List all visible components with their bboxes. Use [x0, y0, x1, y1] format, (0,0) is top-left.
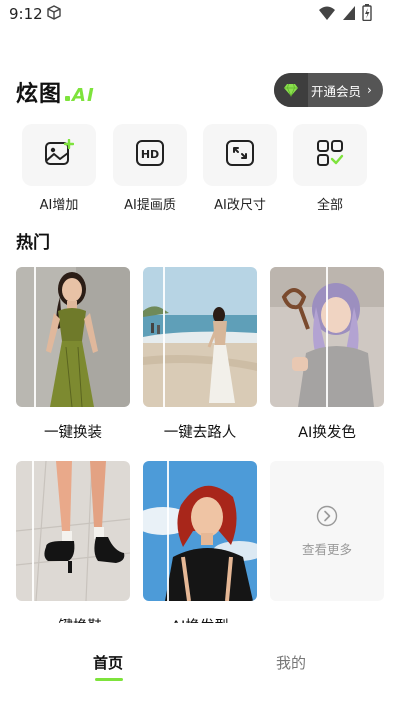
feature-image[interactable] — [270, 267, 384, 407]
compare-divider[interactable] — [163, 267, 165, 407]
feature-card-hair-color[interactable]: AI换发色 — [270, 267, 384, 442]
signal-icon — [342, 5, 356, 25]
resize-icon — [225, 139, 255, 171]
view-more-box[interactable]: 查看更多 — [270, 461, 384, 601]
grid-icon — [316, 139, 344, 171]
feature-card-shoes[interactable]: 一键换鞋 — [16, 461, 130, 623]
image-plus-icon — [44, 138, 75, 171]
svg-text:HD: HD — [141, 148, 159, 161]
app-logo: 炫图 AI — [16, 76, 95, 108]
wifi-icon — [318, 5, 336, 25]
tool-ai-add-box[interactable] — [22, 124, 96, 186]
tool-ai-quality-box[interactable]: HD — [113, 124, 187, 186]
status-time: 9:12 — [9, 5, 43, 23]
status-bar: 9:12 — [0, 0, 400, 30]
compare-divider[interactable] — [326, 267, 328, 407]
feature-label: 一键换装 — [44, 425, 102, 441]
feature-image[interactable] — [143, 267, 257, 407]
status-icons — [318, 4, 372, 25]
feature-card-remove-people[interactable]: 一键去路人 — [143, 267, 257, 442]
chevron-right-icon: › — [367, 83, 372, 97]
logo-dot — [65, 96, 71, 101]
feature-label: 一键换鞋 — [16, 615, 130, 623]
feature-image[interactable] — [16, 461, 130, 601]
cube-icon — [45, 4, 63, 26]
compare-divider[interactable] — [32, 461, 34, 601]
feature-label: 一键去路人 — [163, 425, 237, 441]
vip-button[interactable]: 开通会员 › — [274, 73, 383, 107]
nav-active-indicator — [95, 678, 123, 681]
logo-text: 炫图 — [16, 82, 63, 107]
view-more-label: 查看更多 — [301, 541, 352, 557]
tool-label: AI增加 — [39, 198, 79, 213]
feature-card-outfit[interactable]: 一键换装 — [16, 267, 130, 442]
feature-grid: 一键换装 一键去路人 AI换发色 查看更多 — [0, 267, 400, 623]
tool-label: AI改尺寸 — [214, 198, 266, 213]
tool-ai-add[interactable]: AI增加 — [22, 124, 96, 213]
view-more-card[interactable]: 查看更多 — [270, 461, 384, 601]
vip-label: 开通会员 — [311, 83, 362, 99]
feature-card-hairstyle[interactable]: AI换发型 — [143, 461, 257, 623]
battery-icon — [362, 4, 372, 25]
tool-shortcuts: AI增加 HD AI提画质 AI改尺寸 全部 — [0, 124, 400, 214]
compare-divider[interactable] — [34, 267, 36, 407]
tool-label: AI提画质 — [124, 198, 176, 213]
nav-mine[interactable]: 我的 — [276, 652, 306, 673]
hd-icon: HD — [135, 139, 165, 171]
chevron-circle-icon — [316, 505, 338, 531]
tool-all[interactable]: 全部 — [293, 124, 367, 213]
compare-divider[interactable] — [167, 461, 169, 601]
diamond-icon — [274, 73, 308, 107]
tool-label: 全部 — [316, 198, 343, 213]
feature-label: AI换发型 — [143, 615, 257, 623]
tool-ai-resize[interactable]: AI改尺寸 — [203, 124, 277, 213]
tool-ai-quality[interactable]: HD AI提画质 — [113, 124, 187, 213]
section-title: 热门 — [16, 233, 50, 253]
logo-suffix: AI — [72, 85, 95, 106]
header: 炫图 AI 开通会员 › — [0, 73, 400, 109]
tool-ai-resize-box[interactable] — [203, 124, 277, 186]
nav-home[interactable]: 首页 — [93, 652, 123, 673]
feature-label: AI换发色 — [298, 425, 356, 441]
bottom-nav: 首页 我的 — [0, 625, 400, 711]
tool-all-box[interactable] — [293, 124, 367, 186]
feature-image[interactable] — [16, 267, 130, 407]
feature-image[interactable] — [143, 461, 257, 601]
